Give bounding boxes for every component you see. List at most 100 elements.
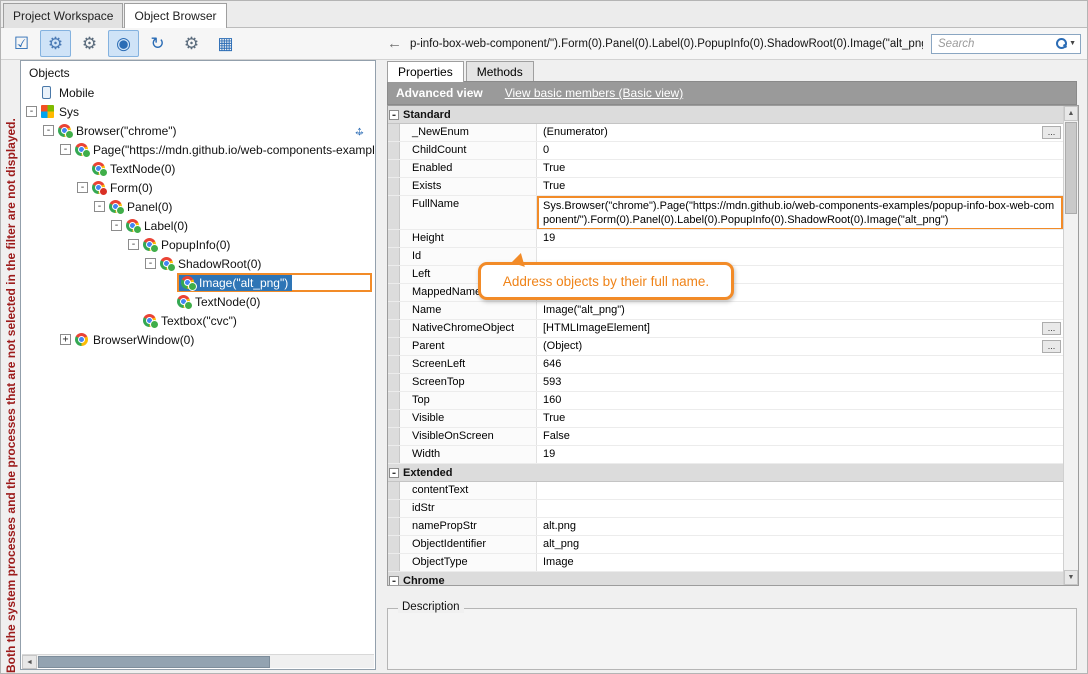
ellipsis-button[interactable]: ...: [1042, 126, 1061, 139]
property-value: 160: [537, 392, 1063, 409]
advanced-settings-gear-button[interactable]: ⚙: [176, 30, 207, 57]
tree-node-form-0[interactable]: -Form(0): [22, 178, 374, 197]
property-name: Parent: [400, 338, 537, 355]
collapse-icon[interactable]: -: [389, 110, 399, 120]
highlight-object-eye-button[interactable]: ◉: [108, 30, 139, 57]
property-row-objecttype[interactable]: ObjectTypeImage: [388, 554, 1063, 572]
property-value: False: [537, 428, 1063, 445]
property-row-enabled[interactable]: EnabledTrue: [388, 160, 1063, 178]
property-row-parent[interactable]: Parent(Object)...: [388, 338, 1063, 356]
selected-node-highlight: Image("alt_png"): [177, 273, 372, 292]
value-text: 160: [543, 394, 561, 406]
search-options-caret-icon[interactable]: ▼: [1069, 40, 1076, 47]
property-row-height[interactable]: Height19: [388, 230, 1063, 248]
scroll-left-icon[interactable]: ◄: [22, 655, 37, 669]
property-row-idstr[interactable]: idStr: [388, 500, 1063, 518]
tab-methods[interactable]: Methods: [466, 61, 534, 82]
property-value: 19: [537, 230, 1063, 247]
properties-panel: PropertiesMethods Advanced view View bas…: [384, 60, 1087, 673]
expand-icon[interactable]: +: [60, 334, 71, 345]
collapse-icon[interactable]: -: [111, 220, 122, 231]
search-icon[interactable]: [1056, 38, 1067, 49]
search-input[interactable]: [938, 38, 1054, 50]
collapse-icon[interactable]: -: [94, 201, 105, 212]
property-row-namepropstr[interactable]: namePropStralt.png: [388, 518, 1063, 536]
grid-scrollbar-thumb[interactable]: [1065, 122, 1077, 214]
collapse-icon[interactable]: -: [389, 468, 399, 478]
collapse-icon[interactable]: -: [145, 258, 156, 269]
tree-node-label-0[interactable]: -Label(0): [22, 216, 374, 235]
window-tabbar: Project WorkspaceObject Browser: [1, 1, 1087, 28]
chrome-icon: [75, 333, 88, 346]
ellipsis-button[interactable]: ...: [1042, 340, 1061, 353]
property-row-newenum[interactable]: _NewEnum(Enumerator)...: [388, 124, 1063, 142]
refresh-button[interactable]: ↻: [142, 30, 173, 57]
property-row-visible[interactable]: VisibleTrue: [388, 410, 1063, 428]
tree-node-textbox-cvc[interactable]: Textbox("cvc"): [22, 311, 374, 330]
section-header-standard[interactable]: -Standard: [388, 106, 1063, 124]
options-gear-button[interactable]: ⚙: [74, 30, 105, 57]
section-title: Standard: [403, 109, 451, 121]
highlight-object-eye-icon: ◉: [116, 34, 131, 54]
tree-node-browser-chrome[interactable]: -Browser("chrome")↔↕: [22, 121, 374, 140]
row-gutter: [388, 178, 400, 195]
collapse-icon[interactable]: -: [26, 106, 37, 117]
property-row-top[interactable]: Top160: [388, 392, 1063, 410]
property-row-nativechromeobject[interactable]: NativeChromeObject[HTMLImageElement]...: [388, 320, 1063, 338]
tree-node-textnode-0[interactable]: TextNode(0): [22, 292, 374, 311]
node-label: TextNode(0): [195, 295, 260, 309]
collapse-icon[interactable]: -: [43, 125, 54, 136]
row-gutter: [388, 320, 400, 337]
property-row-name[interactable]: NameImage("alt_png"): [388, 302, 1063, 320]
tree-node-panel-0[interactable]: -Panel(0): [22, 197, 374, 216]
section-header-extended[interactable]: -Extended: [388, 464, 1063, 482]
tree-node-browserwindow-0[interactable]: + BrowserWindow(0): [22, 330, 374, 349]
grid-vertical-scrollbar[interactable]: ▲ ▼: [1063, 106, 1078, 585]
property-row-screentop[interactable]: ScreenTop593: [388, 374, 1063, 392]
collapse-icon[interactable]: -: [77, 182, 88, 193]
tab-project-workspace[interactable]: Project Workspace: [3, 3, 123, 28]
section-header-chrome[interactable]: -Chrome: [388, 572, 1063, 585]
property-row-visibleonscreen[interactable]: VisibleOnScreenFalse: [388, 428, 1063, 446]
tree-horizontal-scrollbar[interactable]: ◄ ►: [22, 654, 374, 668]
property-grid: -Standard_NewEnum(Enumerator)...ChildCou…: [387, 105, 1079, 586]
show-panels-button[interactable]: ▦: [210, 30, 241, 57]
property-row-width[interactable]: Width19: [388, 446, 1063, 464]
property-name: Height: [400, 230, 537, 247]
tree-node-popupinfo-0[interactable]: -PopupInfo(0): [22, 235, 374, 254]
property-row-exists[interactable]: ExistsTrue: [388, 178, 1063, 196]
row-gutter: [388, 374, 400, 391]
tree-node-textnode-0[interactable]: TextNode(0): [22, 159, 374, 178]
move-cross-icon[interactable]: ↔↕: [352, 123, 367, 138]
collapse-icon[interactable]: -: [389, 576, 399, 586]
tree-node-sys[interactable]: -Sys: [22, 102, 374, 121]
row-gutter: [388, 160, 400, 177]
tree-node-mobile[interactable]: Mobile: [22, 83, 374, 102]
tab-object-browser[interactable]: Object Browser: [124, 3, 226, 28]
tab-properties[interactable]: Properties: [387, 61, 464, 82]
ellipsis-button[interactable]: ...: [1042, 322, 1061, 335]
tree-node-image-alt-png[interactable]: Image("alt_png"): [22, 273, 374, 292]
node-label: BrowserWindow(0): [93, 333, 194, 347]
checked-fields-button[interactable]: ☑: [6, 30, 37, 57]
tree-node-shadowroot-0[interactable]: - ShadowRoot(0): [22, 254, 374, 273]
basic-view-link[interactable]: View basic members (Basic view): [505, 86, 684, 100]
property-row-contenttext[interactable]: contentText: [388, 482, 1063, 500]
property-row-objectidentifier[interactable]: ObjectIdentifieralt_png: [388, 536, 1063, 554]
property-row-screenleft[interactable]: ScreenLeft646: [388, 356, 1063, 374]
node-label: ShadowRoot(0): [178, 257, 261, 271]
windows-icon: [41, 105, 54, 118]
collapse-icon[interactable]: -: [128, 239, 139, 250]
back-arrow-icon[interactable]: ←: [387, 35, 402, 52]
scroll-down-icon[interactable]: ▼: [1064, 570, 1078, 585]
object-mapping-gears-button[interactable]: ⚙: [40, 30, 71, 57]
property-row-fullname[interactable]: FullNameSys.Browser("chrome").Page("http…: [388, 196, 1063, 230]
tree-scrollbar-thumb[interactable]: [38, 656, 270, 668]
collapse-icon[interactable]: -: [60, 144, 71, 155]
tree-node-page-https-mdn-github-io-web-components-examples-popup-info-box-web-component[interactable]: -Page("https://mdn.github.io/web-compone…: [22, 140, 374, 159]
scroll-up-icon[interactable]: ▲: [1064, 106, 1078, 121]
property-row-childcount[interactable]: ChildCount0: [388, 142, 1063, 160]
section-title: Extended: [403, 467, 453, 479]
section-title: Chrome: [403, 575, 445, 586]
mobile-icon: [42, 86, 51, 99]
